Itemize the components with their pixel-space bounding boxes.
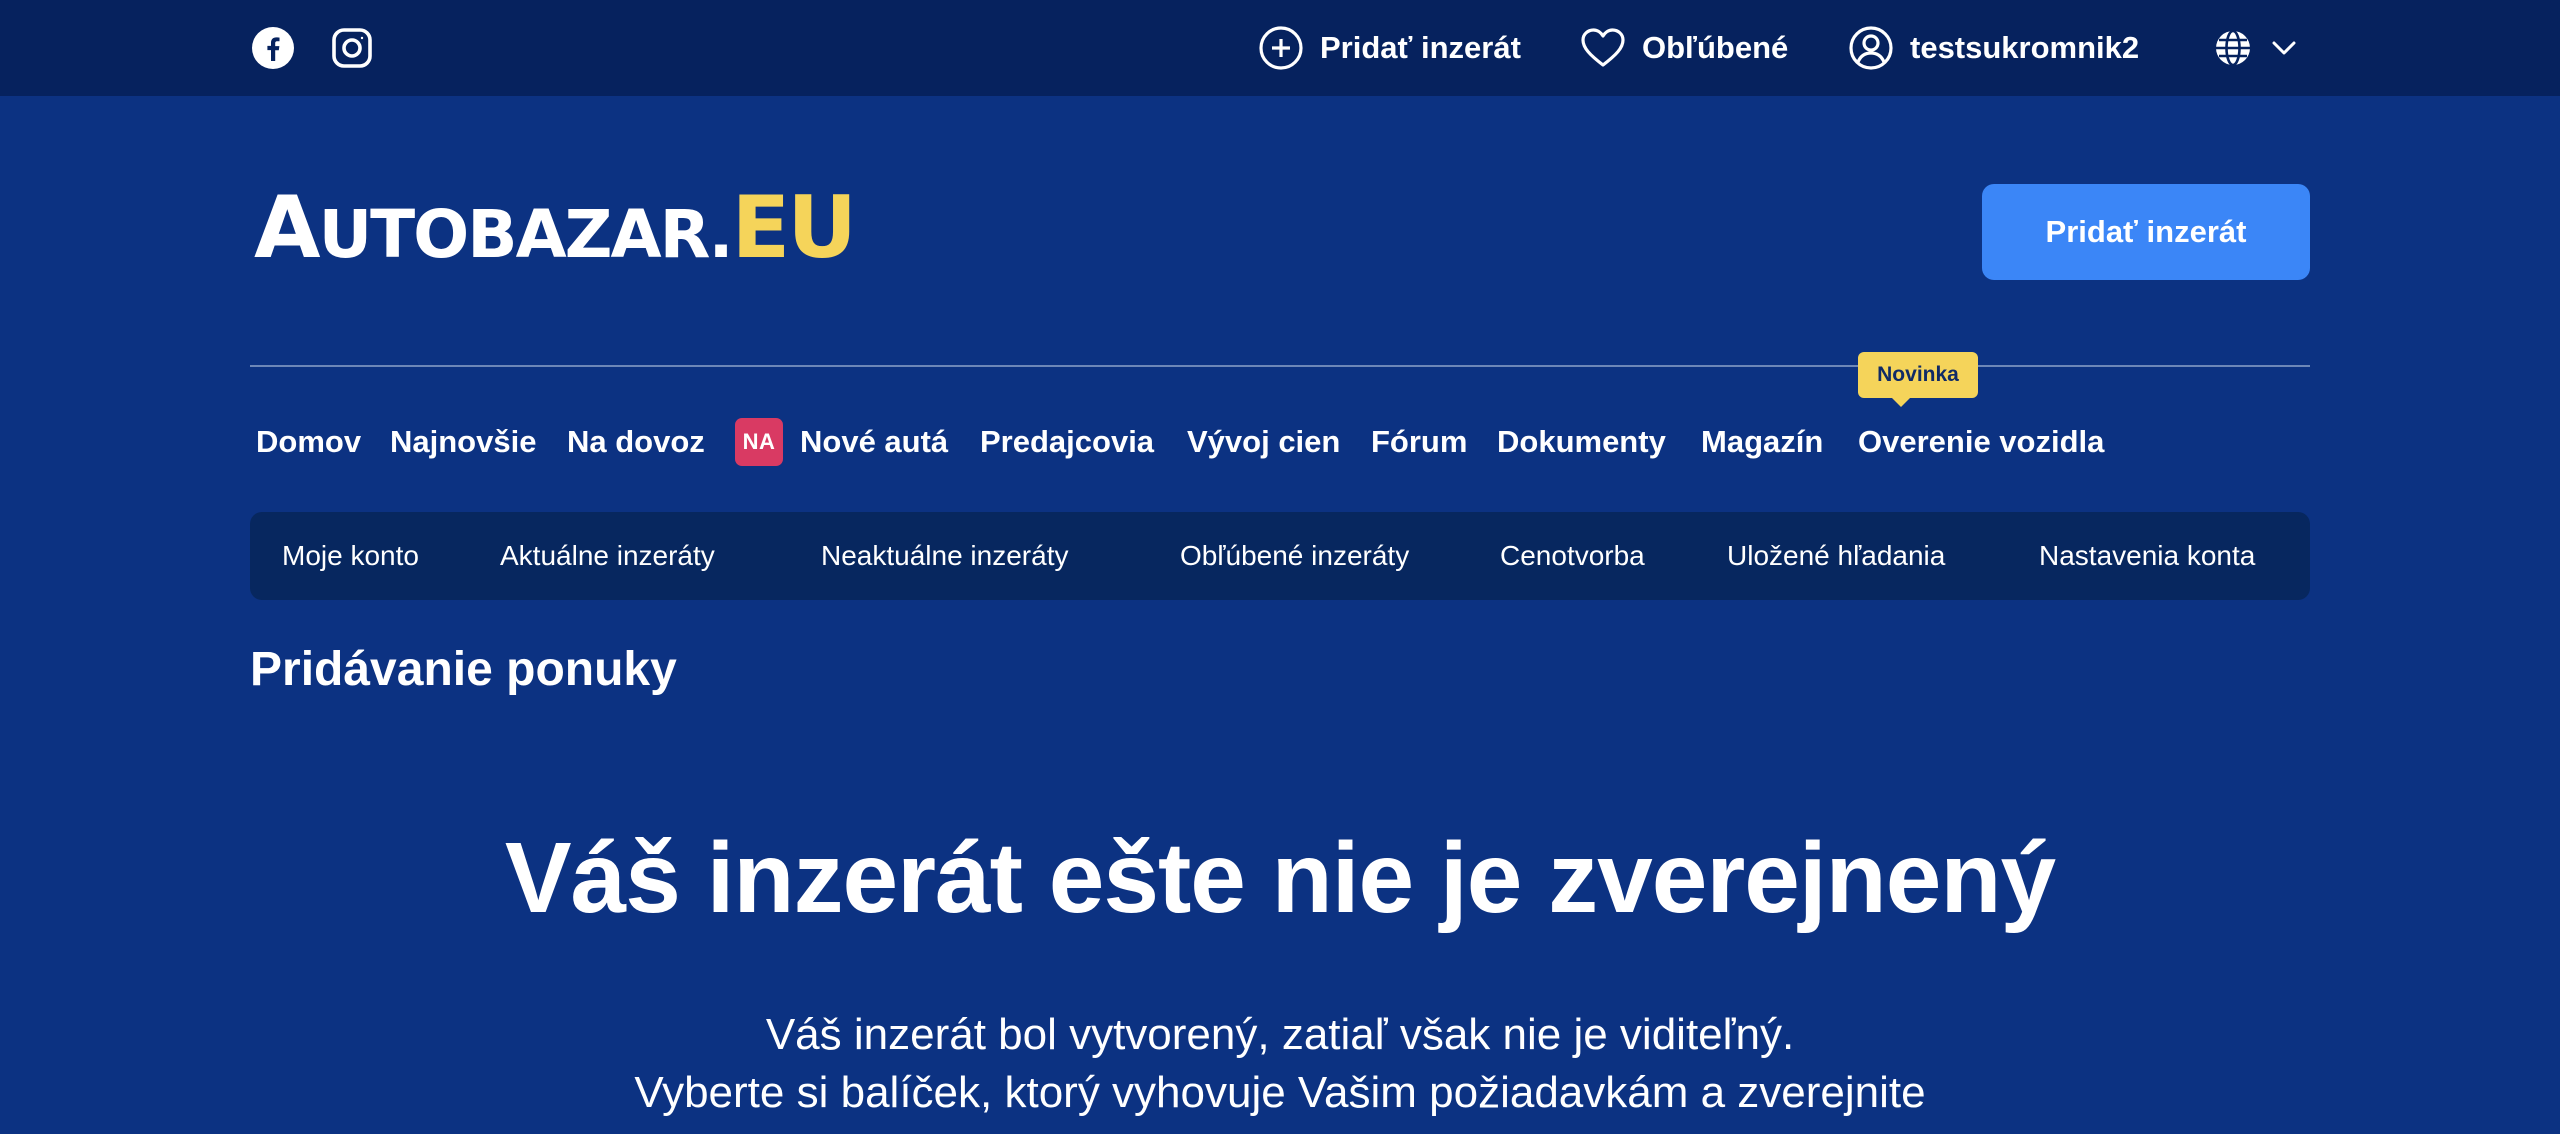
new-feature-tag-pointer bbox=[1890, 396, 1912, 407]
nav-item-magazine[interactable]: Magazín bbox=[1701, 410, 1823, 474]
nav-item-import[interactable]: Na dovoz bbox=[567, 410, 705, 474]
facebook-icon[interactable] bbox=[251, 26, 295, 70]
user-icon bbox=[1849, 26, 1893, 70]
plus-circle-icon bbox=[1259, 26, 1303, 70]
main-navigation: Domov Najnovšie Na dovoz NA Nové autá Pr… bbox=[0, 410, 2560, 474]
page-title: Pridávanie ponuky bbox=[250, 643, 677, 696]
subnav-my-account[interactable]: Moje konto bbox=[282, 512, 419, 600]
add-listing-link[interactable]: Pridať inzerát bbox=[1258, 0, 1521, 96]
nav-item-forum[interactable]: Fórum bbox=[1371, 410, 1467, 474]
add-listing-label: Pridať inzerát bbox=[1320, 30, 1521, 65]
nav-item-vehicle-check[interactable]: Overenie vozidla bbox=[1858, 410, 2104, 474]
hero-description: Váš inzerát bol vytvorený, zatiaľ však n… bbox=[0, 1006, 2560, 1122]
subnav-active-listings[interactable]: Aktuálne inzeráty bbox=[500, 512, 715, 600]
globe-icon bbox=[2216, 29, 2250, 67]
nav-item-home[interactable]: Domov bbox=[256, 410, 361, 474]
add-listing-button[interactable]: Pridať inzerát bbox=[1982, 184, 2310, 280]
favorites-link[interactable]: Obľúbené bbox=[1580, 0, 1788, 96]
favorites-label: Obľúbené bbox=[1642, 30, 1789, 65]
subnav-favorite-listings[interactable]: Obľúbené inzeráty bbox=[1180, 512, 1409, 600]
hero-title: Váš inzerát ešte nie je zverejnený bbox=[504, 822, 2056, 934]
nav-item-documents[interactable]: Dokumenty bbox=[1497, 410, 1666, 474]
nav-item-new-cars[interactable]: NA Nové autá bbox=[735, 410, 948, 474]
chevron-down-icon bbox=[2272, 41, 2296, 55]
nav-item-price-trends[interactable]: Vývoj cien bbox=[1187, 410, 1340, 474]
nav-item-new-cars-label: Nové autá bbox=[800, 424, 949, 459]
heart-icon bbox=[1581, 28, 1625, 67]
hero-description-line: Váš inzerát bol vytvorený, zatiaľ však n… bbox=[765, 1010, 1795, 1059]
subnav-inactive-listings[interactable]: Neaktuálne inzeráty bbox=[821, 512, 1068, 600]
user-account-link[interactable]: testsukromnik2 bbox=[1848, 0, 2139, 96]
nav-item-newest[interactable]: Najnovšie bbox=[390, 410, 536, 474]
language-selector[interactable] bbox=[2214, 0, 2312, 96]
new-cars-badge: NA bbox=[735, 418, 783, 466]
top-utility-bar: Pridať inzerát Obľúbené testsukromnik2 bbox=[0, 0, 2560, 96]
header-divider bbox=[250, 365, 2310, 367]
subnav-account-settings[interactable]: Nastavenia konta bbox=[2039, 512, 2255, 600]
account-subnav: Moje konto Aktuálne inzeráty Neaktuálne … bbox=[250, 512, 2310, 600]
instagram-icon[interactable] bbox=[330, 26, 374, 70]
new-feature-tag: Novinka bbox=[1858, 352, 1978, 398]
subnav-saved-searches[interactable]: Uložené hľadania bbox=[1727, 512, 1945, 600]
site-logo[interactable]: A UTOBAZAR. EU bbox=[254, 185, 857, 273]
nav-item-dealers[interactable]: Predajcovia bbox=[980, 410, 1154, 474]
subnav-pricing[interactable]: Cenotvorba bbox=[1500, 512, 1645, 600]
username-label: testsukromnik2 bbox=[1910, 30, 2140, 65]
hero-description-line: Vyberte si balíček, ktorý vyhovuje Vašim… bbox=[634, 1068, 1926, 1117]
